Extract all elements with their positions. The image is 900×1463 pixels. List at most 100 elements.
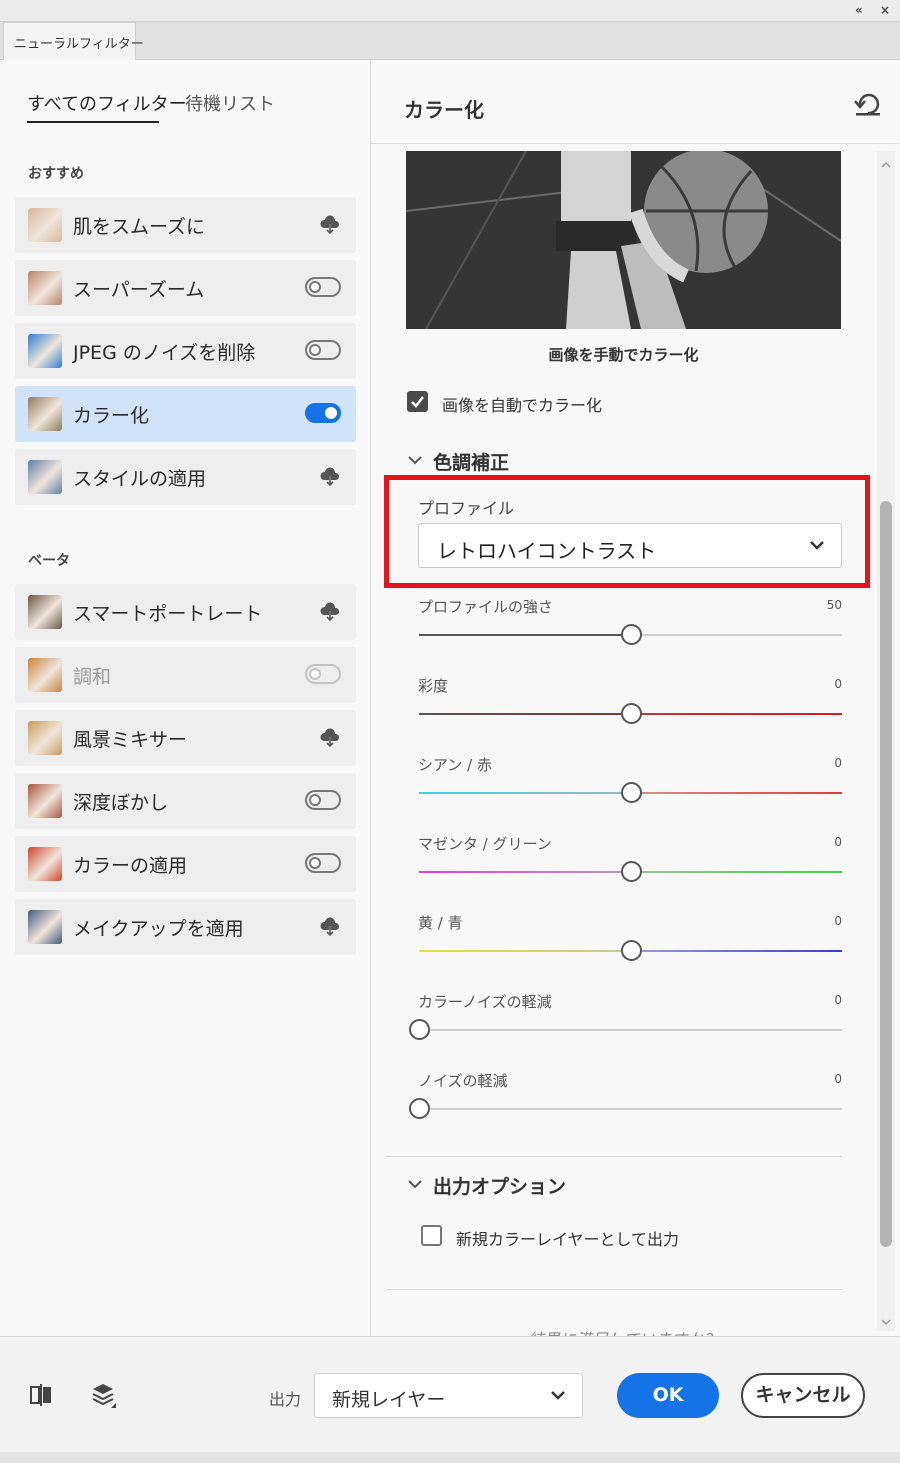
filter-item[interactable]: カラー化: [15, 386, 356, 442]
slider-handle[interactable]: [620, 624, 642, 645]
slider-value: 0: [834, 1072, 842, 1086]
slider-track-left[interactable]: [419, 871, 625, 873]
slider-value: 0: [834, 677, 842, 691]
filter-toggle[interactable]: [305, 403, 341, 423]
preview-image[interactable]: [406, 151, 841, 329]
slider-label: カラーノイズの軽減: [418, 993, 552, 1011]
section-featured-label: おすすめ: [28, 166, 84, 182]
output-dropdown-value: 新規レイヤー: [332, 1389, 446, 1411]
slider-label: プロファイルの強さ: [418, 598, 554, 616]
layers-icon[interactable]: [91, 1381, 119, 1411]
scroll-down-icon[interactable]: [881, 1319, 891, 1326]
filter-thumbnail: [28, 847, 62, 881]
auto-colorize-checkbox[interactable]: [407, 391, 428, 412]
filter-thumbnail: [28, 658, 62, 692]
filter-name: スタイルの適用: [73, 468, 207, 490]
resize-grip[interactable]: [0, 1452, 900, 1463]
chevron-down-icon: [810, 541, 824, 550]
profile-label: プロファイル: [418, 499, 515, 518]
cloud-download-icon[interactable]: [320, 728, 340, 749]
output-label: 出力: [269, 1390, 302, 1409]
close-panel-button[interactable]: ×: [880, 3, 890, 17]
panel-scrollbar[interactable]: [877, 151, 895, 1331]
filter-item[interactable]: 肌をスムーズに: [15, 197, 356, 253]
scrollbar-thumb[interactable]: [880, 501, 892, 1247]
new-color-layer-checkbox[interactable]: [421, 1225, 442, 1246]
filter-toggle[interactable]: [305, 790, 341, 810]
filter-item[interactable]: スタイルの適用: [15, 449, 356, 505]
ok-button[interactable]: OK: [617, 1373, 719, 1418]
filter-toggle[interactable]: [305, 277, 341, 297]
filter-list-panel: すべてのフィルター 待機リスト おすすめ ベータ 肌をスムーズにスーパーズーム J…: [0, 60, 371, 1336]
section-beta-label: ベータ: [28, 553, 70, 569]
slider-track-right[interactable]: [425, 1108, 842, 1110]
cloud-download-icon[interactable]: [320, 917, 340, 938]
scroll-up-icon[interactable]: [881, 161, 891, 168]
slider-track-right[interactable]: [636, 950, 842, 952]
filter-toggle[interactable]: [305, 853, 341, 873]
tab-waitlist[interactable]: 待機リスト: [185, 90, 275, 116]
filter-item[interactable]: JPEG のノイズを削除: [15, 323, 356, 379]
before-after-toggle-icon[interactable]: [30, 1383, 52, 1407]
slider-handle[interactable]: [409, 1098, 430, 1119]
cloud-download-icon[interactable]: [320, 215, 340, 236]
section-divider: [386, 1156, 842, 1157]
cloud-download-icon[interactable]: [320, 467, 340, 488]
tab-neural-filters[interactable]: ニューラルフィルター: [3, 22, 144, 60]
color-adjust-heading[interactable]: 色調補正: [433, 448, 509, 475]
filter-thumbnail: [28, 721, 62, 755]
slider-track-right[interactable]: [636, 634, 842, 636]
section-divider: [386, 1289, 842, 1290]
slider-track-left[interactable]: [419, 950, 625, 952]
filter-toggle[interactable]: [305, 664, 341, 684]
slider-track-left[interactable]: [419, 713, 625, 715]
filter-item[interactable]: 深度ぼかし: [15, 773, 356, 829]
slider-track-left[interactable]: [419, 792, 625, 794]
profile-dropdown-value: レトロハイコントラスト: [437, 539, 657, 563]
slider-track-right[interactable]: [636, 871, 842, 873]
slider-handle[interactable]: [620, 703, 642, 724]
filter-item[interactable]: 風景ミキサー: [15, 710, 356, 766]
filter-name: カラー化: [73, 405, 150, 427]
reset-icon[interactable]: [854, 91, 882, 117]
cancel-button[interactable]: キャンセル: [741, 1373, 865, 1418]
slider-track-left[interactable]: [419, 634, 625, 636]
slider-handle[interactable]: [409, 1019, 430, 1040]
filter-item[interactable]: カラーの適用: [15, 836, 356, 892]
slider-track-right[interactable]: [636, 713, 842, 715]
slider-track-right[interactable]: [636, 792, 842, 794]
active-tab-indicator: [27, 121, 159, 123]
slider-handle[interactable]: [620, 940, 642, 961]
output-dropdown[interactable]: 新規レイヤー: [314, 1373, 583, 1418]
cloud-download-icon[interactable]: [320, 602, 340, 623]
filter-thumbnail: [28, 397, 62, 431]
filter-thumbnail: [28, 334, 62, 368]
slider-handle[interactable]: [620, 782, 642, 803]
toggle-knob: [309, 668, 321, 680]
filter-name: スーパーズーム: [73, 279, 205, 301]
output-options-heading[interactable]: 出力オプション: [433, 1172, 566, 1199]
toggle-knob: [325, 407, 337, 419]
filter-item[interactable]: メイクアップを適用: [15, 899, 356, 955]
slider-value: 0: [834, 993, 842, 1007]
filter-name: 深度ぼかし: [73, 792, 169, 814]
collapse-panel-button[interactable]: «: [855, 3, 863, 17]
filter-thumbnail: [28, 910, 62, 944]
chevron-down-icon[interactable]: [407, 1179, 423, 1189]
filter-settings-panel: カラー化 画像を手動でカラー化 画像を自動でカラー化 色調補正 プロファイル レ…: [371, 60, 900, 1336]
filter-thumbnail: [28, 208, 62, 242]
window-titlebar: « ×: [0, 0, 900, 22]
slider-handle[interactable]: [620, 861, 642, 882]
slider-value: 0: [834, 835, 842, 849]
filter-item[interactable]: スマートポートレート: [15, 584, 356, 640]
filter-item[interactable]: スーパーズーム: [15, 260, 356, 316]
profile-dropdown[interactable]: レトロハイコントラスト: [418, 523, 842, 568]
slider-track-right[interactable]: [425, 1029, 842, 1031]
filter-toggle[interactable]: [305, 340, 341, 360]
chevron-down-icon[interactable]: [407, 455, 423, 465]
filter-item[interactable]: 調和: [15, 647, 356, 703]
slider-label: シアン / 赤: [418, 756, 492, 774]
tab-all-filters[interactable]: すべてのフィルター: [27, 90, 187, 116]
slider-label: ノイズの軽減: [418, 1072, 508, 1090]
panel-header: カラー化: [371, 60, 900, 144]
